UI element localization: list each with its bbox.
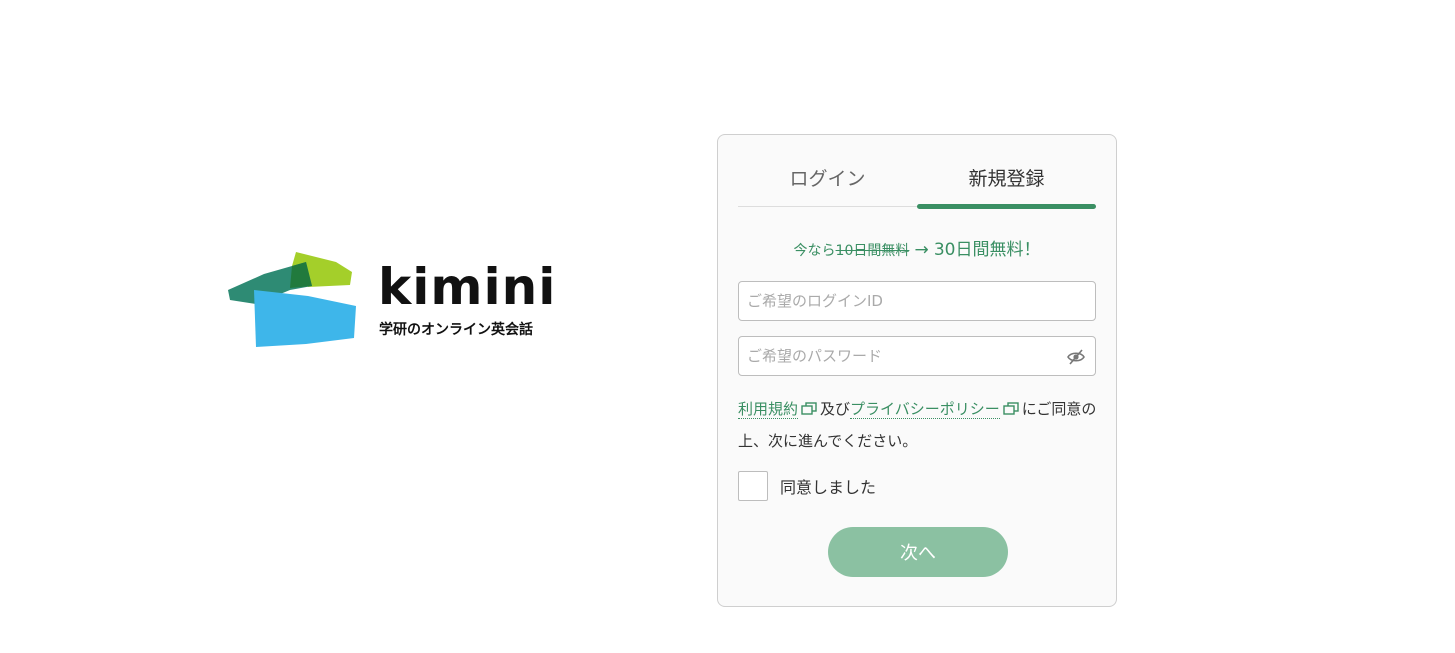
logo-tagline: 学研のオンライン英会話 [379, 322, 533, 338]
auth-tabs: ログイン 新規登録 [738, 159, 1096, 209]
agree-label[interactable]: 同意しました [780, 474, 876, 498]
terms-and: 及び [820, 400, 851, 418]
kimini-logo: kimini 学研のオンライン英会話 [226, 250, 566, 350]
privacy-policy-link[interactable]: プライバシーポリシー [850, 400, 1000, 419]
next-button[interactable]: 次へ [828, 527, 1008, 577]
terms-link[interactable]: 利用規約 [738, 400, 799, 419]
agree-checkbox[interactable] [738, 471, 768, 501]
promo-old-offer: 10日間無料 [835, 243, 910, 259]
tab-signup[interactable]: 新規登録 [917, 159, 1096, 209]
promo-arrow: → [914, 240, 929, 260]
logo-mark-icon [228, 252, 356, 347]
login-id-input[interactable] [739, 282, 1095, 320]
promo-prefix: 今なら [793, 243, 836, 259]
terms-notice: 利用規約 及びプライバシーポリシー にご同意の上、次に進んでください。 [738, 393, 1098, 457]
agree-row[interactable]: 同意しました [738, 471, 876, 501]
external-link-icon [801, 402, 817, 415]
signup-card: ログイン 新規登録 今なら10日間無料 → 30日間無料！ 利用規約 及びプライバ… [717, 134, 1117, 607]
login-id-field[interactable] [738, 281, 1096, 321]
password-field[interactable] [738, 336, 1096, 376]
password-input[interactable] [739, 337, 1095, 375]
promo-new-offer: 30日間無料！ [933, 240, 1041, 260]
eye-off-icon[interactable] [1067, 348, 1085, 366]
external-link-icon [1003, 402, 1019, 415]
promo-banner: 今なら10日間無料 → 30日間無料！ [718, 235, 1116, 260]
tab-login[interactable]: ログイン [738, 159, 917, 206]
logo-wordmark: kimini [378, 258, 557, 316]
